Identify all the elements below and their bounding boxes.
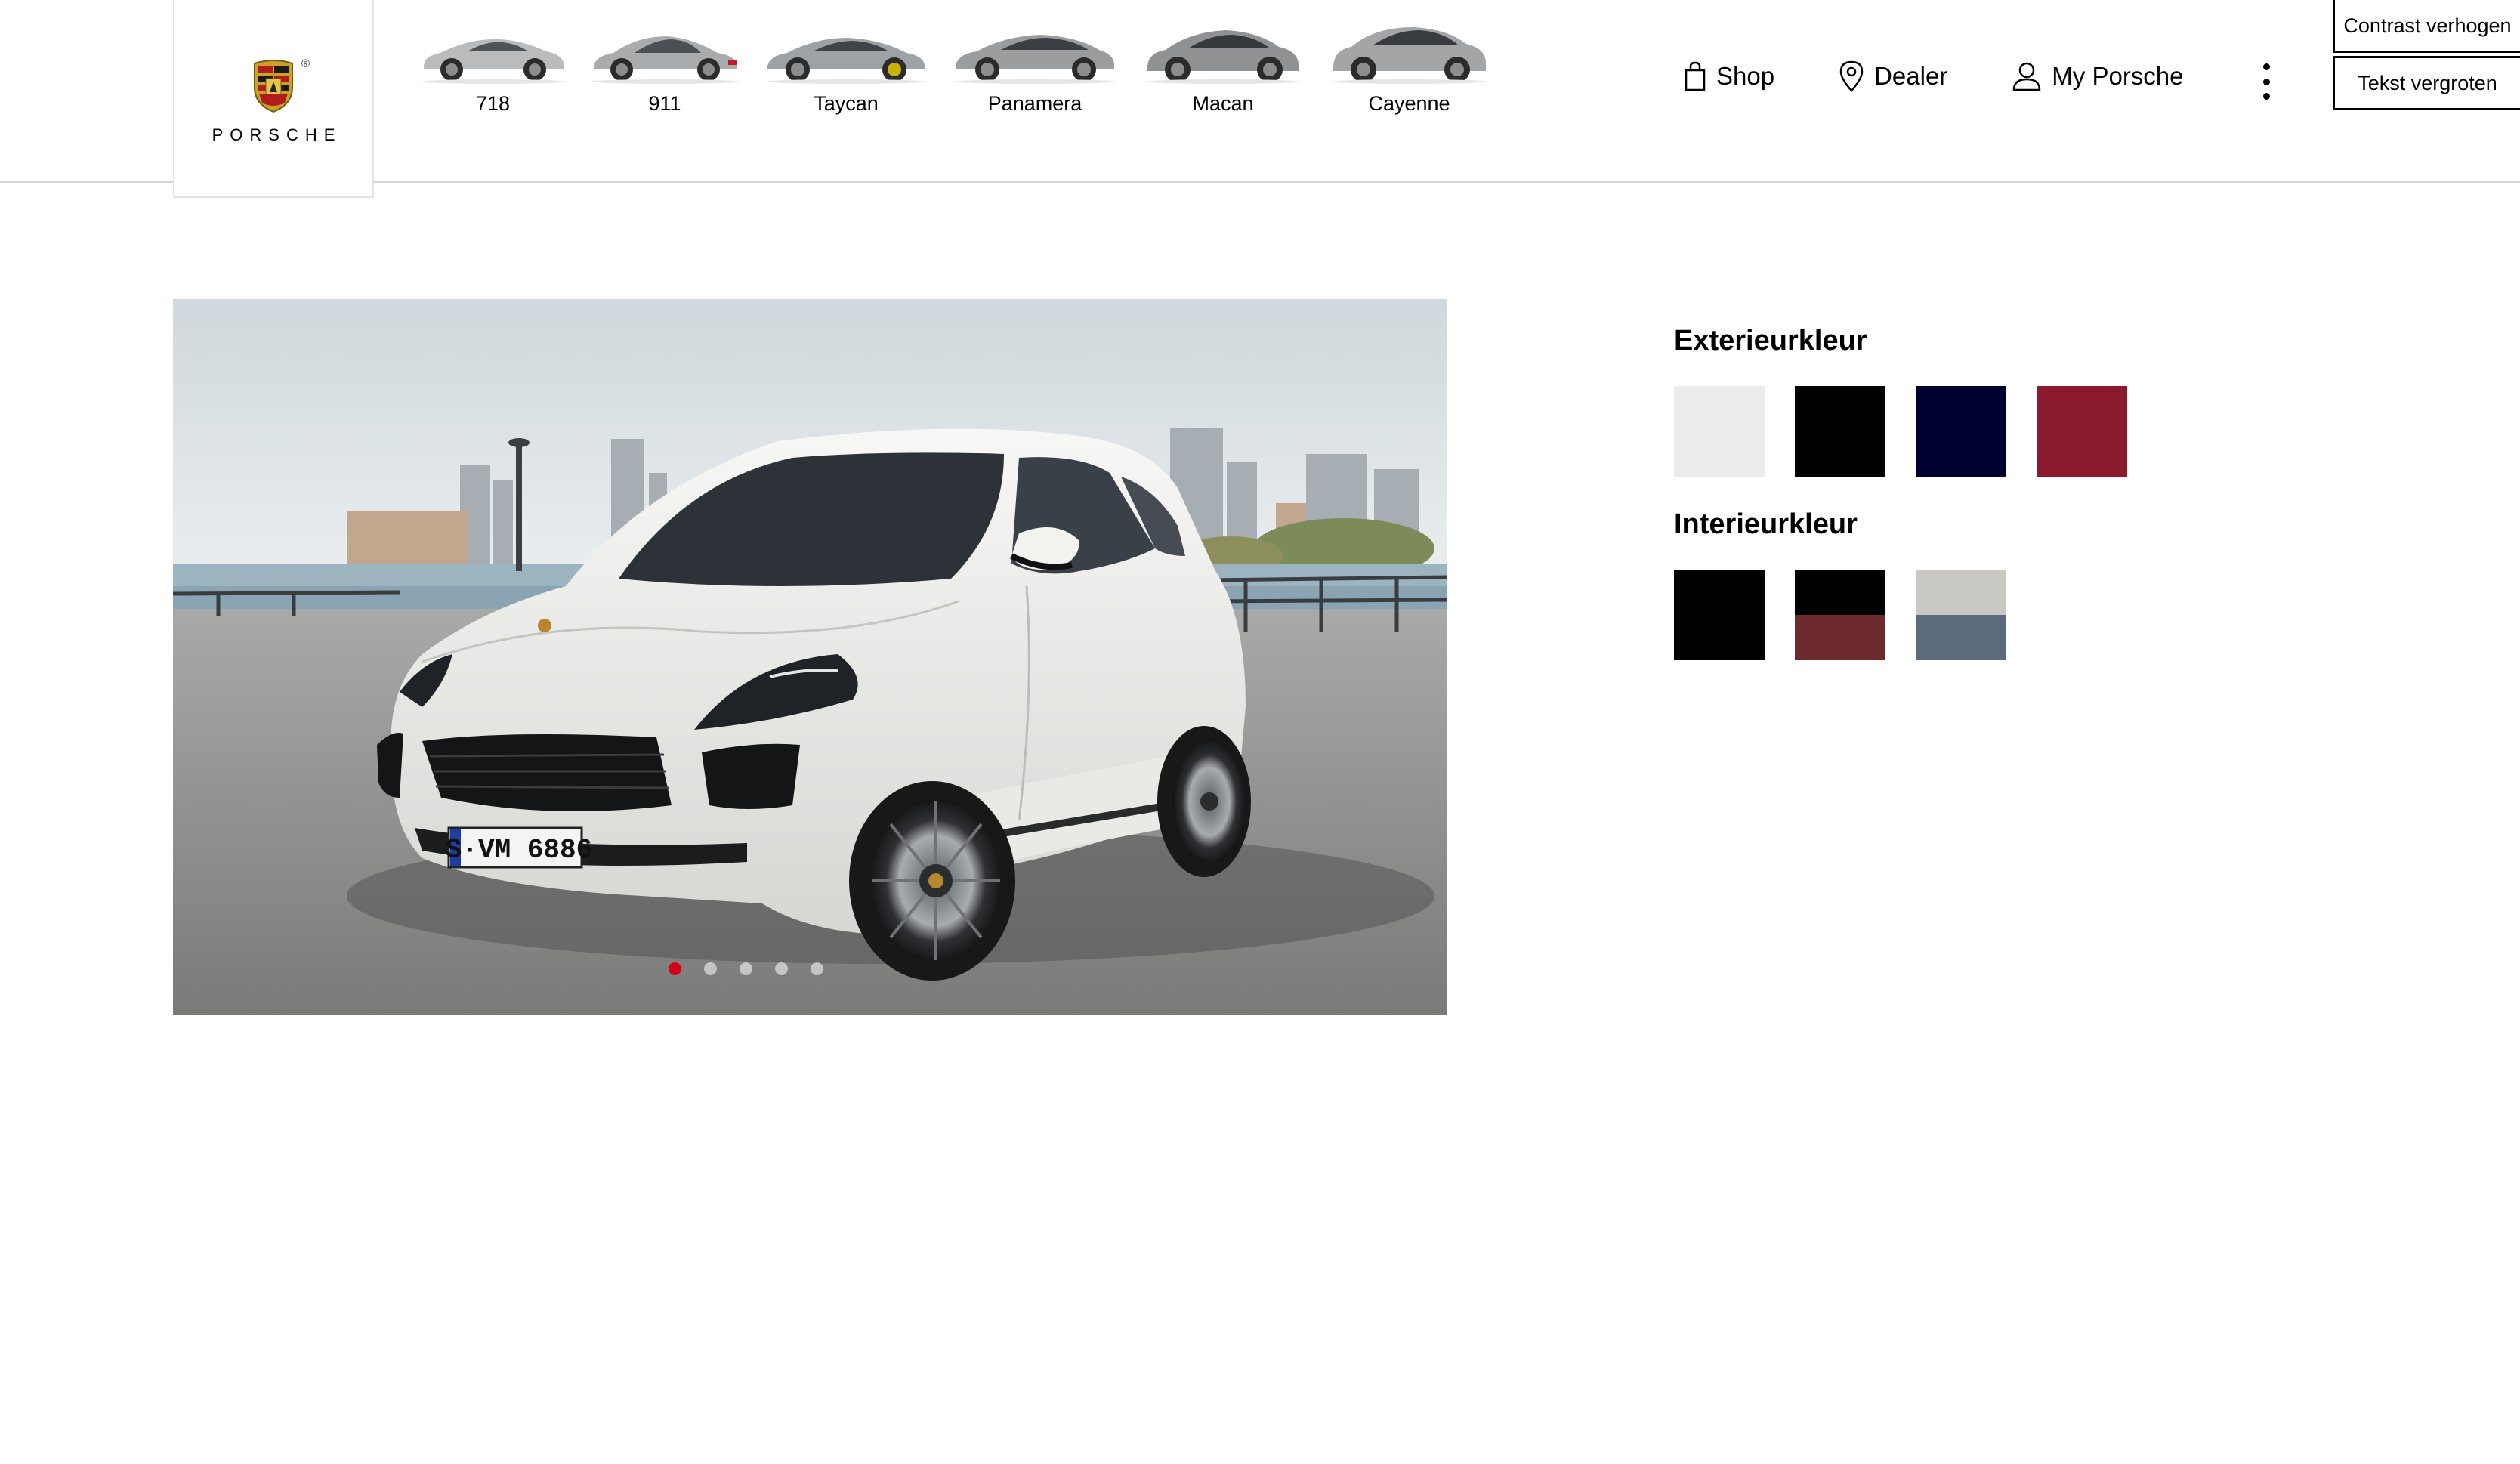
carousel-dot-3[interactable] <box>739 962 752 975</box>
my-porsche-label: My Porsche <box>2052 62 2184 90</box>
exterior-swatch-dark-blue[interactable] <box>1916 386 2006 477</box>
car-911-icon <box>591 36 740 84</box>
car-taycan-icon <box>767 38 925 84</box>
more-vertical-icon[interactable] <box>2251 63 2281 100</box>
model-label-panamera: Panamera <box>987 92 1082 115</box>
exterior-color-swatches <box>1674 386 2127 477</box>
model-item-taycan[interactable]: Taycan <box>752 23 940 128</box>
model-label-cayenne: Cayenne <box>1368 92 1450 115</box>
accessibility-toolbar: Contrast verhogen Tekst vergroten <box>2333 0 2520 110</box>
license-plate: S·VM 6886 <box>446 835 592 866</box>
interior-color-heading: Interieurkleur <box>1674 508 1858 540</box>
model-label-macan: Macan <box>1192 92 1254 115</box>
interior-swatch-black-bordeaux[interactable] <box>1795 570 1885 660</box>
carousel-dot-1[interactable] <box>668 962 681 975</box>
exterior-swatch-red[interactable] <box>2037 386 2127 477</box>
shop-label: Shop <box>1716 62 1775 90</box>
contrast-button[interactable]: Contrast verhogen <box>2333 0 2520 53</box>
exterior-color-heading: Exterieurkleur <box>1674 325 1867 357</box>
car-cayenne-icon <box>1332 27 1487 84</box>
model-navigation: 718 911 Taycan Panamera Macan Cayenne <box>408 23 1502 128</box>
porsche-wordmark: PORSCHE <box>212 125 342 144</box>
porsche-logo[interactable]: ® PORSCHE <box>173 0 374 198</box>
model-item-cayenne[interactable]: Cayenne <box>1317 23 1502 128</box>
exterior-swatch-black[interactable] <box>1795 386 1885 477</box>
model-item-718[interactable]: 718 <box>408 23 578 128</box>
carousel-dot-4[interactable] <box>774 962 788 975</box>
carousel-dot-2[interactable] <box>703 962 717 975</box>
car-panamera-icon <box>955 35 1115 84</box>
location-pin-icon <box>1839 60 1864 92</box>
utility-navigation: Shop Dealer My Porsche <box>1685 60 2184 92</box>
interior-color-swatches <box>1674 570 2127 660</box>
interior-swatch-black[interactable] <box>1674 570 1765 660</box>
interior-swatch-chalk-graphite-blue[interactable] <box>1916 570 2006 660</box>
model-label-718: 718 <box>475 92 511 115</box>
shop-link[interactable]: Shop <box>1685 61 1774 91</box>
color-configurator: Exterieurkleur Interieurkleur <box>1674 325 2127 692</box>
registered-mark: ® <box>301 57 310 70</box>
model-item-911[interactable]: 911 <box>578 23 752 128</box>
car-718-icon <box>421 39 565 84</box>
dealer-link[interactable]: Dealer <box>1839 60 1947 92</box>
hero-car-image[interactable]: S·VM 6886 <box>173 299 1447 1015</box>
model-label-911: 911 <box>648 92 681 115</box>
porsche-crest-icon <box>254 60 293 113</box>
model-label-taycan: Taycan <box>814 92 879 115</box>
dealer-label: Dealer <box>1874 62 1948 90</box>
carousel-pagination <box>173 962 1447 975</box>
user-icon <box>2013 62 2041 91</box>
shopping-bag-icon <box>1685 61 1706 91</box>
site-header: ® PORSCHE 718 911 Taycan Panamera Macan … <box>0 0 2520 198</box>
model-item-panamera[interactable]: Panamera <box>940 23 1129 128</box>
exterior-swatch-white[interactable] <box>1674 386 1765 477</box>
text-size-button[interactable]: Tekst vergroten <box>2333 56 2520 110</box>
cayenne-photo: S·VM 6886 <box>173 299 1447 1015</box>
carousel-dot-5[interactable] <box>810 962 823 975</box>
car-macan-icon <box>1147 30 1299 84</box>
model-item-macan[interactable]: Macan <box>1129 23 1317 128</box>
my-porsche-link[interactable]: My Porsche <box>2012 61 2184 91</box>
